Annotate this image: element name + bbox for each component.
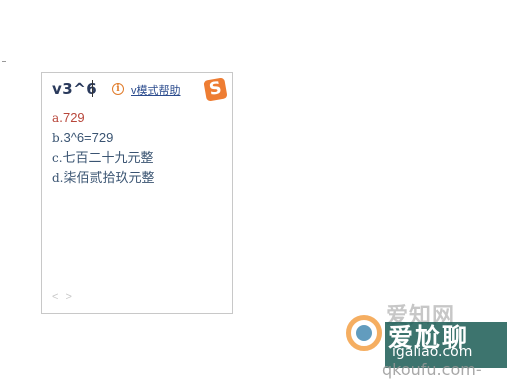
prev-page-button[interactable]: <	[52, 291, 58, 303]
candidate-index: d.	[52, 171, 64, 185]
candidate-index: b.	[52, 131, 64, 145]
candidate-text: 729	[62, 110, 85, 125]
sogou-logo-icon[interactable]: S	[203, 77, 228, 102]
v-mode-help-link[interactable]: v模式帮助	[131, 82, 181, 98]
candidate-list: a.729 b.3^6=729 c.七百二十九元整 d.柒佰贰拾玖元整	[52, 108, 155, 188]
candidate-index: c.	[52, 151, 63, 165]
pager: < >	[52, 291, 76, 303]
candidate-item[interactable]: d.柒佰贰拾玖元整	[52, 168, 155, 188]
text-caret	[92, 80, 93, 97]
next-page-button[interactable]: >	[66, 291, 72, 303]
info-icon[interactable]: i	[112, 83, 124, 95]
ime-candidate-window: v3^6 i v模式帮助 S a.729 b.3^6=729 c.七百二十九元整…	[41, 72, 233, 314]
stray-mark	[2, 61, 6, 62]
ime-header: v3^6 i v模式帮助 S	[42, 73, 232, 107]
watermark-bottom-text: qkoufu.com-	[382, 360, 482, 379]
watermark-dot-icon	[356, 325, 372, 341]
watermark-site-text: igaliao.com	[392, 344, 473, 360]
candidate-index: a.	[52, 111, 63, 125]
composition-text: v3^6	[52, 80, 98, 98]
candidate-text: 3^6=729	[63, 130, 114, 145]
candidate-text: 柒佰贰拾玖元整	[63, 170, 155, 185]
candidate-item[interactable]: c.七百二十九元整	[52, 148, 155, 168]
candidate-item[interactable]: b.3^6=729	[52, 128, 155, 148]
candidate-item[interactable]: a.729	[52, 108, 155, 128]
candidate-text: 七百二十九元整	[62, 150, 154, 165]
